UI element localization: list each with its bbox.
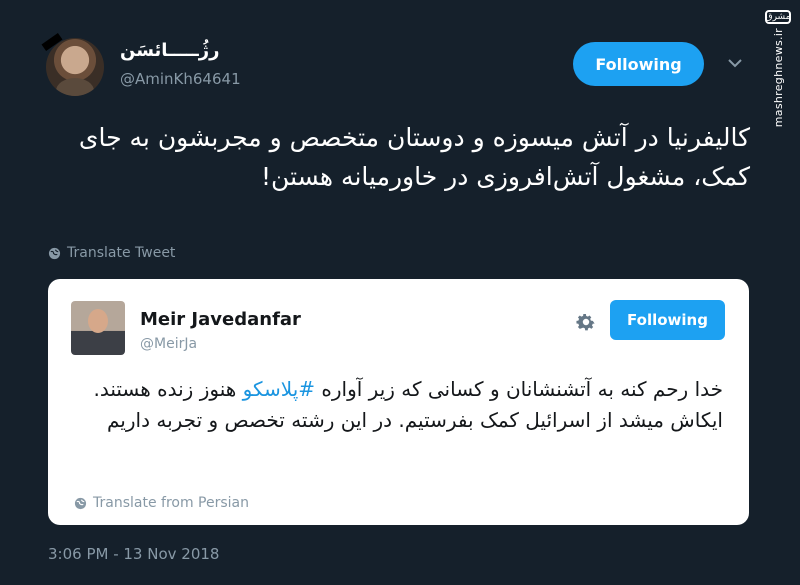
quoted-tweet-card[interactable]: Meir Javedanfar @MeirJa Following خدا رح…: [48, 279, 749, 525]
translate-from-persian-label[interactable]: Translate from Persian: [93, 495, 249, 511]
watermark-site: mashreghnews.ir: [771, 28, 785, 128]
quoted-author-handle[interactable]: @MeirJa: [140, 336, 197, 352]
author-avatar[interactable]: [46, 38, 104, 96]
globe-icon: [74, 497, 87, 509]
quoted-author-name[interactable]: Meir Javedanfar: [140, 309, 301, 330]
tweet-text: کالیفرنیا در آتش میسوزه و دوستان متخصص و…: [78, 123, 750, 191]
quoted-tweet-text: خدا رحم کنه به آتشنشانان و کسانی که زیر …: [88, 374, 723, 436]
quoted-author-avatar[interactable]: [71, 301, 125, 355]
following-button[interactable]: Following: [573, 42, 704, 86]
chevron-down-icon[interactable]: [727, 56, 743, 70]
translate-tweet-link[interactable]: Translate Tweet: [48, 245, 175, 261]
translate-tweet-label[interactable]: Translate Tweet: [67, 245, 175, 261]
author-handle[interactable]: @AminKh64641: [120, 70, 241, 88]
gear-icon[interactable]: [575, 311, 597, 333]
watermark-logo: مشرق: [765, 10, 791, 24]
hashtag-link[interactable]: #پلاسکو: [243, 377, 315, 401]
quoted-text-before: خدا رحم کنه به آتشنشانان و کسانی که زیر …: [315, 377, 723, 401]
tweet-timestamp[interactable]: 3:06 PM - 13 Nov 2018: [48, 545, 219, 563]
translate-from-persian-link[interactable]: Translate from Persian: [74, 495, 249, 511]
quoted-following-button[interactable]: Following: [610, 300, 725, 340]
globe-icon: [48, 247, 61, 259]
watermark: مشرق mashreghnews.ir: [760, 10, 796, 128]
author-display-name[interactable]: رژُـــــائسَن: [120, 40, 220, 61]
